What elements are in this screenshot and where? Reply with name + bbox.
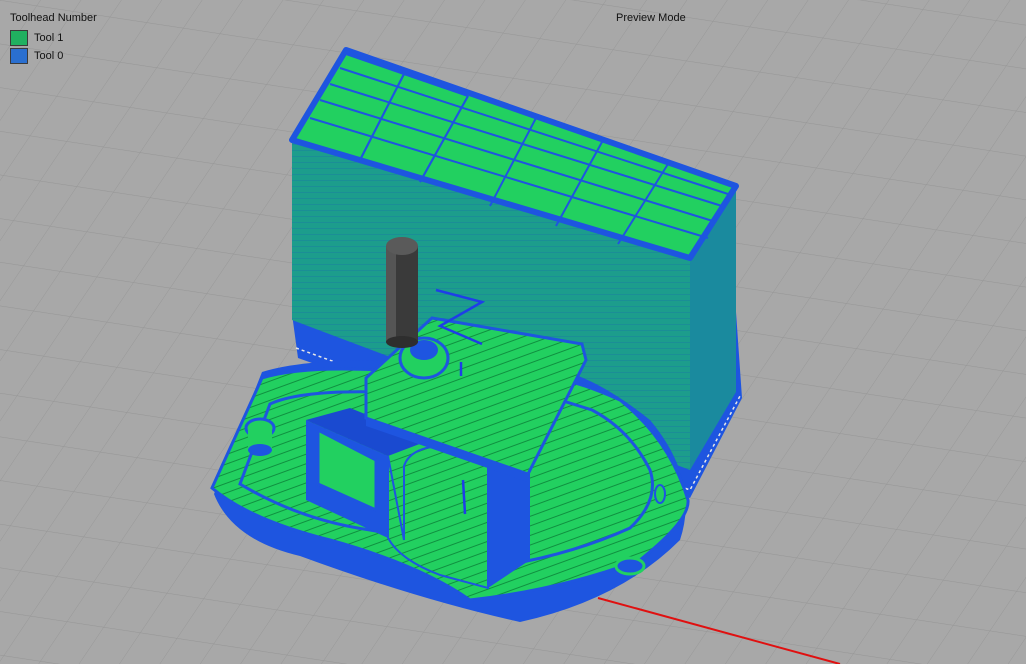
legend-item-tool-0: Tool 0 <box>10 47 97 65</box>
3d-preview-viewport[interactable]: Toolhead Number Tool 1 Tool 0 Preview Mo… <box>0 0 1026 664</box>
view-mode-label: Preview Mode <box>616 12 686 24</box>
legend-item-label: Tool 1 <box>34 32 64 44</box>
toolhead-legend: Toolhead Number Tool 1 Tool 0 <box>10 12 97 65</box>
legend-title: Toolhead Number <box>10 12 97 24</box>
tool-1-color-swatch <box>10 30 28 46</box>
build-plate-scene[interactable] <box>0 0 1026 664</box>
stern-hole <box>614 556 646 576</box>
tool-0-color-swatch <box>10 48 28 64</box>
legend-item-label: Tool 0 <box>34 50 64 62</box>
nozzle-icon <box>386 237 418 348</box>
legend-item-tool-1: Tool 1 <box>10 29 97 47</box>
